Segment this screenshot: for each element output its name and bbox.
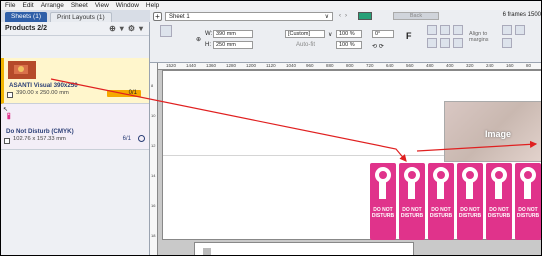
add-product-icon[interactable]: ⊕ (109, 24, 116, 33)
flip-icon[interactable]: F (406, 31, 412, 41)
product-item-asanti[interactable]: ASANTI Visual 390x250 390.00 x 250.00 mm… (1, 58, 149, 104)
product-thumbnail (8, 61, 36, 79)
product-size: 390.00 x 250.00 mm (16, 90, 69, 96)
product-name: ASANTI Visual 390x250 (9, 82, 78, 89)
product-checkbox[interactable] (7, 92, 13, 98)
product-checkbox[interactable] (4, 138, 10, 144)
products-title: Products 2/2 (5, 25, 48, 32)
do-not-disturb-frames: DO NOT DISTURB DO NOT DISTURB DO NOT DIS… (370, 163, 541, 240)
product-thumbnail (7, 112, 11, 120)
distribute-vertical-icon[interactable] (515, 25, 525, 35)
back-button[interactable]: Back (393, 12, 439, 20)
chain-icon[interactable]: ⊕ (196, 36, 201, 43)
autofit-label[interactable]: Auto-fit (296, 42, 315, 48)
products-header: Products 2/2 ⊕ ▾ ⚙ ▾ (1, 22, 149, 36)
gear-icon[interactable]: ⚙ (128, 24, 135, 33)
product-size: 102.76 x 157.33 mm (13, 136, 66, 142)
tab-print-layouts[interactable]: Print Layouts (1) (50, 12, 112, 22)
image-placeholder[interactable]: Image (444, 101, 541, 162)
rotation-field[interactable]: 0° (372, 30, 394, 38)
height-field[interactable]: 250 mm (213, 41, 253, 49)
dnd-frame[interactable]: DO NOT DISTURB (486, 163, 512, 240)
app-window: File Edit Arrange Sheet View Window Help… (0, 0, 542, 256)
sheet-name: Sheet 1 (169, 13, 190, 20)
menu-bar: File Edit Arrange Sheet View Window Help (1, 1, 541, 10)
vertical-ruler: 8 10 12 14 16 18 (150, 63, 158, 255)
chevron-down-icon: ∨ (324, 13, 329, 20)
distribute-icon[interactable] (502, 25, 512, 35)
chevron-down-icon[interactable]: ▾ (120, 24, 124, 33)
refresh-icon[interactable] (138, 135, 145, 142)
width-label: W: (205, 31, 213, 37)
menu-edit[interactable]: Edit (22, 1, 33, 10)
dnd-frame[interactable]: DO NOT DISTURB (428, 163, 454, 240)
product-count: 6/1 (122, 136, 131, 142)
product-item-do-not-disturb[interactable]: ↖ Do Not Disturb (CMYK) 102.76 x 157.33 … (1, 104, 149, 150)
collapse-icon[interactable]: ↖ (3, 106, 8, 113)
align-center-icon[interactable] (440, 25, 450, 35)
align-middle-icon[interactable] (440, 38, 450, 48)
align-left-icon[interactable] (427, 25, 437, 35)
menu-help[interactable]: Help (146, 1, 159, 10)
left-tabs: Sheets (1) Print Layouts (1) (1, 10, 150, 22)
bottom-panel (194, 242, 414, 255)
dnd-frame[interactable]: DO NOT DISTURB (399, 163, 425, 240)
menu-file[interactable]: File (5, 1, 15, 10)
chevron-down-icon[interactable]: ▾ (139, 24, 143, 33)
tab-sheets[interactable]: Sheets (1) (5, 12, 47, 22)
dnd-frame[interactable]: DO NOT DISTURB (515, 163, 541, 240)
menu-arrange[interactable]: Arrange (41, 1, 64, 10)
scale-x-field[interactable]: 100 % (336, 30, 362, 38)
sheet-selector[interactable]: Sheet 1 ∨ (165, 11, 333, 21)
layout-canvas[interactable]: Image DO NOT DISTURB DO NOT DISTURB DO N… (158, 70, 541, 255)
dnd-frame[interactable]: DO NOT DISTURB (457, 163, 483, 240)
products-panel: Products 2/2 ⊕ ▾ ⚙ ▾ ASANTI Visual 390x2… (1, 22, 150, 255)
toolbar: + Sheet 1 ∨ ‹› Back 6 frames 1500 ⊕ W: 3… (150, 10, 541, 63)
height-label: H: (205, 42, 211, 48)
add-sheet-button[interactable]: + (153, 11, 162, 21)
preset-select[interactable]: [Custom] (285, 30, 325, 38)
dnd-frame[interactable]: DO NOT DISTURB (370, 163, 396, 240)
rotate-icon[interactable]: ⟲ ⟳ (372, 43, 384, 50)
sheet-nav-arrows[interactable]: ‹› (339, 13, 351, 19)
menu-sheet[interactable]: Sheet (71, 1, 88, 10)
color-mode-button[interactable] (358, 12, 372, 20)
width-field[interactable]: 390 mm (213, 30, 253, 38)
product-name: Do Not Disturb (CMYK) (6, 128, 74, 135)
spacing-icon[interactable] (502, 38, 512, 48)
chevron-down-icon[interactable]: ∨ (328, 31, 332, 38)
horizontal-ruler: 1520 1440 1360 1280 1200 1120 1040 960 8… (158, 63, 541, 70)
image-label: Image (485, 129, 512, 139)
sheet-area[interactable]: Image DO NOT DISTURB DO NOT DISTURB DO N… (162, 70, 541, 240)
menu-view[interactable]: View (95, 1, 109, 10)
align-top-icon[interactable] (427, 38, 437, 48)
grid-icon[interactable] (160, 25, 172, 37)
scale-y-field[interactable]: 100 % (336, 41, 362, 49)
align-bottom-icon[interactable] (453, 38, 463, 48)
menu-window[interactable]: Window (116, 1, 139, 10)
frames-count: 6 frames 1500 (502, 12, 541, 18)
product-count-badge: 0/1 (107, 90, 141, 97)
align-right-icon[interactable] (453, 25, 463, 35)
document-icon (203, 248, 211, 255)
align-to-margins-label: Align to margins (469, 31, 489, 43)
